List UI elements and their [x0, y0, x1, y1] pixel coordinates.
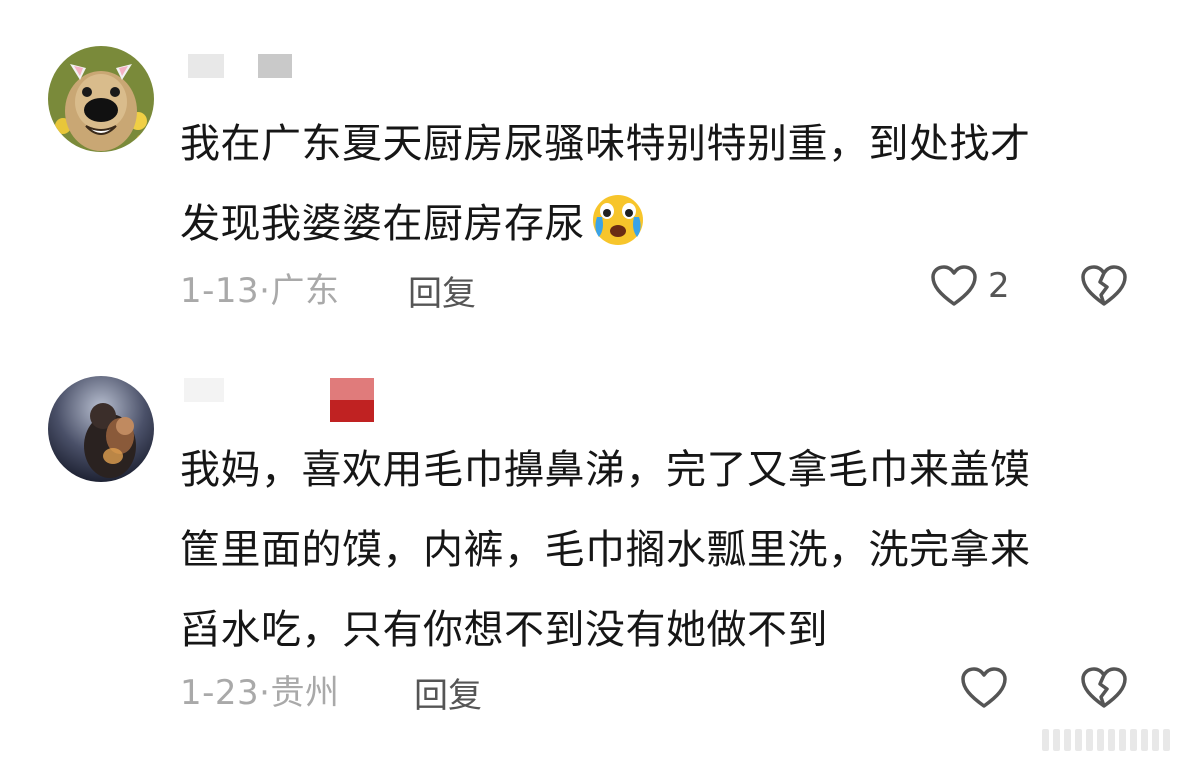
like-count: 2 [988, 266, 1010, 306]
date-location: 1-13·广东 [180, 270, 340, 311]
reply-button[interactable]: 回复 [408, 266, 476, 315]
like-button[interactable] [960, 666, 1008, 710]
heart-outline-icon [961, 667, 1007, 708]
broken-heart-icon [1081, 265, 1127, 306]
comment-meta: 1-13·广东 [180, 262, 339, 312]
avatar[interactable] [48, 46, 154, 152]
dog-avatar-icon [48, 46, 154, 152]
date-location: 1-23·贵州 [180, 672, 340, 713]
reply-button[interactable]: 回复 [414, 668, 482, 717]
broken-heart-icon [1081, 667, 1127, 708]
like-button[interactable]: 2 [930, 264, 1010, 308]
watermark [1042, 729, 1170, 751]
comment-meta: 1-23·贵州 [180, 664, 339, 714]
dislike-button[interactable] [1080, 666, 1128, 710]
comment-text: 我在广东夏天厨房尿骚味特别特别重，到处找才 发现我婆婆在厨房存尿 [180, 121, 1031, 247]
couple-avatar-icon [48, 376, 154, 482]
crying-face-emoji-icon [589, 189, 647, 247]
comment-text: 我妈，喜欢用毛巾擤鼻涕，完了又拿毛巾来盖馍 筐里面的馍，内裤，毛巾搁水瓢里洗，洗… [180, 447, 1031, 653]
avatar[interactable] [48, 376, 154, 482]
heart-outline-icon [931, 265, 977, 306]
dislike-button[interactable] [1080, 264, 1128, 308]
